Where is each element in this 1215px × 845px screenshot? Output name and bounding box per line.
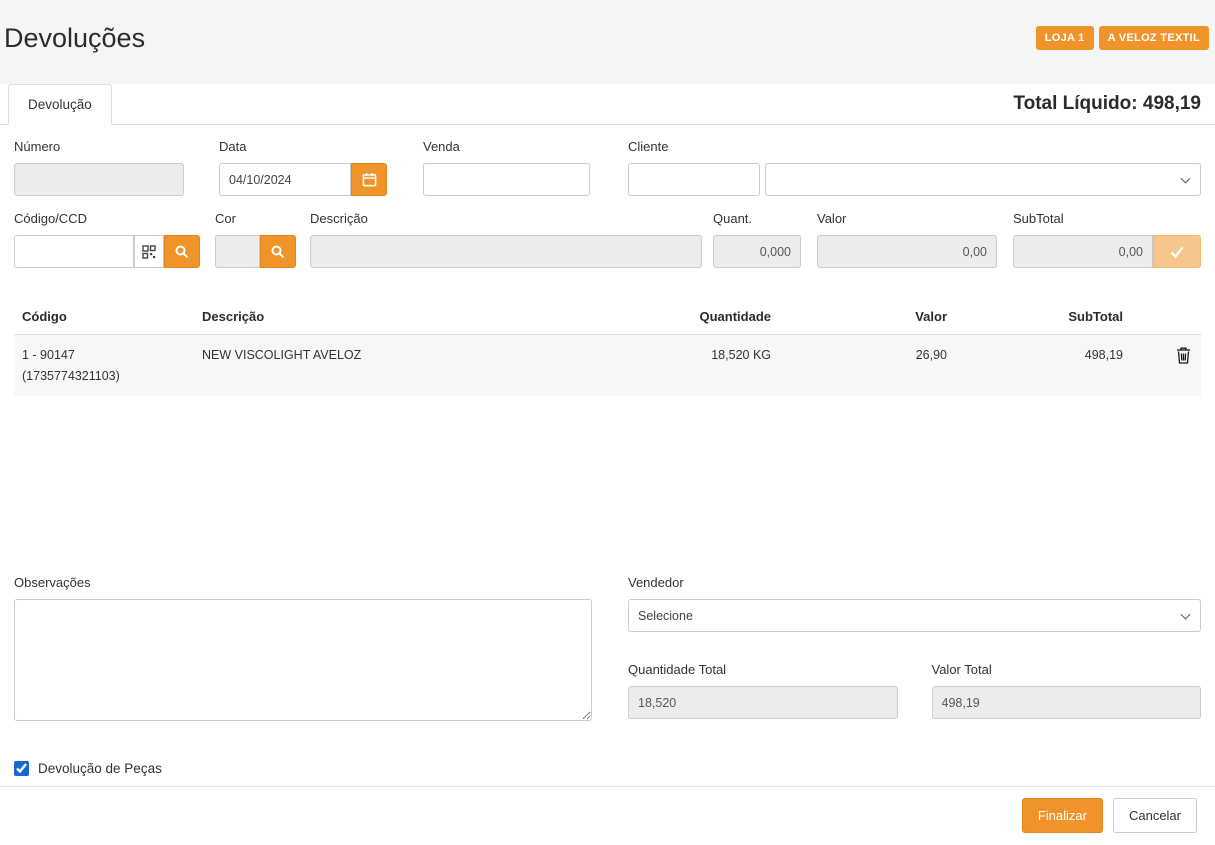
cor-input	[215, 235, 260, 268]
cliente-select[interactable]	[765, 163, 1201, 196]
codigo-ccd-label: Código/CCD	[14, 211, 200, 226]
vendedor-select[interactable]: Selecione	[628, 599, 1201, 632]
observacoes-field-group: Observações	[14, 575, 592, 721]
cell-quantidade: 18,520 KG	[594, 335, 779, 397]
observacoes-label: Observações	[14, 575, 592, 590]
quantidade-total-label: Quantidade Total	[628, 662, 898, 677]
search-icon	[271, 245, 285, 259]
subtotal-input	[1013, 235, 1153, 268]
store-badge: LOJA 1	[1036, 26, 1094, 50]
bottom-section: Observações Vendedor Selecione Quantidad…	[0, 553, 1215, 721]
valor-total-input	[932, 686, 1202, 719]
numero-input	[14, 163, 184, 196]
numero-label: Número	[14, 139, 184, 154]
codigo-ccd-field-group: Código/CCD	[14, 211, 200, 268]
total-liquido-label: Total Líquido:	[1013, 93, 1137, 114]
bottom-right-column: Vendedor Selecione Quantidade Total Valo…	[628, 575, 1201, 721]
valor-total-label: Valor Total	[932, 662, 1202, 677]
page-title: Devoluções	[4, 23, 145, 54]
valor-total-field-group: Valor Total	[932, 662, 1202, 719]
quantidade-total-input	[628, 686, 898, 719]
codigo-line2: (1735774321103)	[22, 366, 186, 387]
badges: LOJA 1 A VELOZ TEXTIL	[1036, 26, 1209, 50]
barcode-icon	[142, 245, 156, 259]
tab-devolucao[interactable]: Devolução	[8, 84, 112, 125]
col-header-subtotal: SubTotal	[955, 297, 1131, 335]
quant-field-group: Quant.	[713, 211, 801, 268]
footer-actions: Finalizar Cancelar	[0, 786, 1215, 845]
col-header-actions	[1131, 297, 1201, 335]
quant-input	[713, 235, 801, 268]
valor-field-group: Valor	[817, 211, 997, 268]
form-area: Número Data	[0, 125, 1215, 283]
valor-label: Valor	[817, 211, 997, 226]
cor-search-button[interactable]	[260, 235, 296, 268]
quant-label: Quant.	[713, 211, 801, 226]
quantidade-total-field-group: Quantidade Total	[628, 662, 898, 719]
devolucao-pecas-checkbox[interactable]	[14, 761, 29, 776]
descricao-input	[310, 235, 702, 268]
table-header-row: Código Descrição Quantidade Valor SubTot…	[14, 297, 1201, 335]
numero-field-group: Número	[14, 139, 184, 196]
data-field-group: Data	[219, 139, 387, 196]
vendedor-label: Vendedor	[628, 575, 1201, 590]
codigo-line1: 1 - 90147	[22, 345, 186, 366]
tab-bar: Devolução Total Líquido: 498,19	[0, 84, 1215, 125]
cliente-code-input[interactable]	[628, 163, 760, 196]
col-header-valor: Valor	[779, 297, 955, 335]
total-liquido-value: 498,19	[1143, 93, 1201, 114]
page-header: Devoluções LOJA 1 A VELOZ TEXTIL	[0, 0, 1215, 84]
col-header-quantidade: Quantidade	[594, 297, 779, 335]
table-row: 1 - 90147 (1735774321103) NEW VISCOLIGHT…	[14, 335, 1201, 397]
cell-codigo: 1 - 90147 (1735774321103)	[14, 335, 194, 397]
cancelar-button[interactable]: Cancelar	[1113, 798, 1197, 833]
cliente-field-group: Cliente	[628, 139, 1201, 196]
descricao-label: Descrição	[310, 211, 702, 226]
subtotal-label: SubTotal	[1013, 211, 1201, 226]
cell-actions	[1131, 335, 1201, 397]
descricao-field-group: Descrição	[310, 211, 702, 268]
cell-subtotal: 498,19	[955, 335, 1131, 397]
finalizar-button[interactable]: Finalizar	[1022, 798, 1103, 833]
subtotal-field-group: SubTotal	[1013, 211, 1201, 268]
cell-valor: 26,90	[779, 335, 955, 397]
barcode-button[interactable]	[134, 235, 164, 268]
cliente-label: Cliente	[628, 139, 1201, 154]
col-header-descricao: Descrição	[194, 297, 594, 335]
data-label: Data	[219, 139, 387, 154]
main-card: Devolução Total Líquido: 498,19 Número D…	[0, 84, 1215, 845]
venda-input[interactable]	[423, 163, 590, 196]
search-icon	[175, 245, 189, 259]
devolucao-pecas-row: Devolução de Peças	[14, 761, 1201, 776]
total-liquido: Total Líquido: 498,19	[1013, 93, 1201, 124]
items-table-wrap: Código Descrição Quantidade Valor SubTot…	[14, 297, 1201, 553]
form-row-1: Número Data	[14, 139, 1201, 196]
check-icon	[1170, 246, 1184, 258]
totals-row: Quantidade Total Valor Total	[628, 662, 1201, 719]
cor-label: Cor	[215, 211, 296, 226]
trash-icon	[1176, 347, 1191, 364]
form-row-2: Código/CCD	[14, 211, 1201, 268]
data-input[interactable]	[219, 163, 351, 196]
observacoes-textarea[interactable]	[14, 599, 592, 721]
venda-label: Venda	[423, 139, 590, 154]
devolucao-pecas-label[interactable]: Devolução de Peças	[38, 761, 162, 776]
delete-row-button[interactable]	[1174, 345, 1193, 369]
cor-field-group: Cor	[215, 211, 296, 268]
calendar-icon	[362, 172, 377, 187]
venda-field-group: Venda	[423, 139, 590, 196]
valor-input	[817, 235, 997, 268]
cell-descricao: NEW VISCOLIGHT AVELOZ	[194, 335, 594, 397]
codigo-search-button[interactable]	[164, 235, 200, 268]
confirm-item-button[interactable]	[1153, 235, 1201, 268]
company-badge: A VELOZ TEXTIL	[1099, 26, 1209, 50]
calendar-button[interactable]	[351, 163, 387, 196]
items-table: Código Descrição Quantidade Valor SubTot…	[14, 297, 1201, 396]
col-header-codigo: Código	[14, 297, 194, 335]
codigo-ccd-input[interactable]	[14, 235, 134, 268]
